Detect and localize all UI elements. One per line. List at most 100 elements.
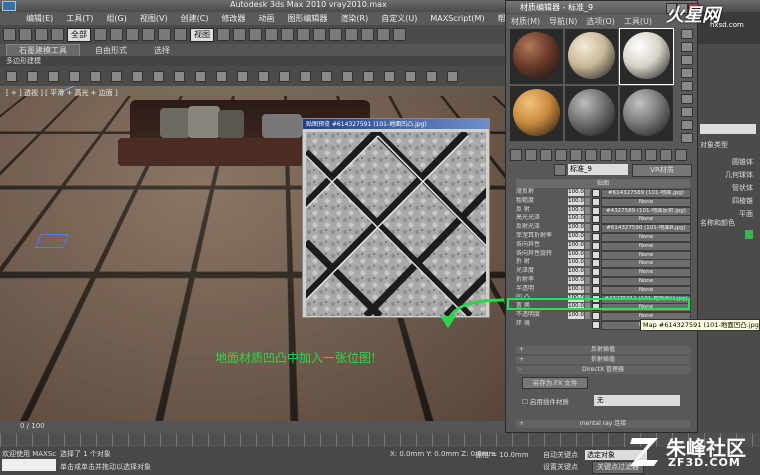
- menu-maxscript[interactable]: MAXScript(M): [430, 14, 484, 23]
- map-amount-input[interactable]: 100.0: [568, 276, 584, 284]
- category-select[interactable]: [700, 124, 756, 134]
- ribbon-tool-icon[interactable]: [174, 70, 185, 82]
- tube-button[interactable]: 管状体: [706, 183, 756, 193]
- selection-filter-select[interactable]: 全部: [67, 27, 91, 42]
- unlink-icon[interactable]: [51, 28, 64, 41]
- eyedropper-icon[interactable]: [554, 164, 566, 176]
- ribbon-tool-icon[interactable]: [90, 70, 101, 82]
- map-amount-input[interactable]: 100.0: [568, 232, 584, 240]
- sample-slot[interactable]: [510, 29, 563, 84]
- make-preview-icon[interactable]: [680, 94, 693, 104]
- map-enable-checkbox[interactable]: [592, 250, 600, 259]
- ribbon-tool-icon[interactable]: [153, 70, 164, 82]
- ribbon-tool-icon[interactable]: [48, 70, 59, 82]
- put-to-scene-icon[interactable]: [525, 149, 537, 161]
- angle-snap-icon[interactable]: [249, 28, 262, 41]
- ribbon-tool-icon[interactable]: [426, 70, 437, 82]
- maxscript-mini-input[interactable]: [2, 459, 56, 471]
- save-fx-file-button[interactable]: 另存为.FX 文件: [522, 377, 588, 389]
- map-amount-input[interactable]: 100.0: [568, 259, 584, 267]
- options-icon[interactable]: [680, 107, 693, 117]
- amount-spinner-icon[interactable]: [585, 215, 590, 223]
- rollout-reflect-interp[interactable]: + 反射插值: [516, 346, 690, 354]
- map-amount-input[interactable]: 100.0: [568, 206, 584, 214]
- schematic-icon[interactable]: [345, 28, 358, 41]
- amount-spinner-icon[interactable]: [585, 232, 590, 240]
- menu-tools[interactable]: 工具(T): [66, 13, 93, 24]
- ribbon-tool-icon[interactable]: [27, 70, 38, 82]
- geosphere-button[interactable]: 几何球体: [706, 170, 756, 180]
- map-enable-checkbox[interactable]: [592, 241, 600, 250]
- material-id-icon[interactable]: [615, 149, 627, 161]
- ribbon-tool-icon[interactable]: [237, 70, 248, 82]
- ribbon-tool-icon[interactable]: [447, 70, 458, 82]
- background-icon[interactable]: [680, 55, 693, 65]
- map-enable-checkbox[interactable]: [592, 312, 600, 321]
- amount-spinner-icon[interactable]: [585, 250, 590, 258]
- ribbon-tool-icon[interactable]: [195, 70, 206, 82]
- make-unique-icon[interactable]: [585, 149, 597, 161]
- video-check-icon[interactable]: [680, 81, 693, 91]
- maps-rollout-header[interactable]: 贴图: [516, 179, 690, 188]
- amount-spinner-icon[interactable]: [585, 189, 590, 196]
- map-amount-input[interactable]: 100.0: [568, 268, 584, 276]
- render-setup-icon[interactable]: [377, 28, 390, 41]
- align-icon[interactable]: [297, 28, 310, 41]
- menu-material[interactable]: 材质(M): [511, 16, 540, 27]
- ribbon-tool-icon[interactable]: [342, 70, 353, 82]
- material-name-input[interactable]: 标准_9: [568, 164, 628, 175]
- map-amount-input[interactable]: 100.0: [568, 189, 584, 196]
- material-editor-window[interactable]: 材质编辑器 - 标准_9 材质(M) 导航(N) 选项(O) 工具(U) 标准_…: [505, 0, 699, 433]
- polygon-modeling-label[interactable]: 多边形建模: [6, 57, 41, 65]
- reset-map-icon[interactable]: [555, 149, 567, 161]
- ribbon-tool-icon[interactable]: [69, 70, 80, 82]
- percent-snap-icon[interactable]: [265, 28, 278, 41]
- amount-spinner-icon[interactable]: [585, 241, 590, 249]
- map-enable-checkbox[interactable]: [592, 197, 600, 206]
- time-slider[interactable]: 0 / 100: [0, 421, 505, 433]
- rollout-refract-interp[interactable]: + 折射插值: [516, 356, 690, 364]
- uv-tiling-icon[interactable]: [680, 68, 693, 78]
- material-type-button[interactable]: VR材质: [632, 164, 692, 177]
- sample-type-icon[interactable]: [680, 29, 693, 39]
- put-to-library-icon[interactable]: [600, 149, 612, 161]
- amount-spinner-icon[interactable]: [585, 259, 590, 267]
- amount-spinner-icon[interactable]: [585, 276, 590, 284]
- maxscript-listener-label[interactable]: 欢迎使用 MAXSc: [2, 449, 56, 459]
- map-enable-checkbox[interactable]: [592, 232, 600, 241]
- snap-icon[interactable]: [233, 28, 246, 41]
- map-enable-checkbox[interactable]: [592, 276, 600, 285]
- enable-plugin-material-checkbox[interactable]: ☐ 启用插件材质: [522, 396, 569, 406]
- sample-slot[interactable]: [620, 86, 673, 141]
- cone-button[interactable]: 圆锥体: [706, 157, 756, 167]
- menu-modifiers[interactable]: 修改器: [221, 13, 245, 24]
- assign-material-icon[interactable]: [540, 149, 552, 161]
- sample-slot[interactable]: [565, 86, 618, 141]
- mirror-icon[interactable]: [281, 28, 294, 41]
- rollout-directx-manager[interactable]: - DirectX 管理器: [516, 366, 690, 374]
- menu-utilities[interactable]: 工具(U): [624, 16, 652, 27]
- map-amount-input[interactable]: 100.0: [568, 215, 584, 223]
- ribbon-tool-icon[interactable]: [384, 70, 395, 82]
- app-logo-icon[interactable]: [2, 1, 16, 11]
- ribbon-tool-icon[interactable]: [216, 70, 227, 82]
- menu-group[interactable]: 组(G): [106, 13, 126, 24]
- map-amount-input[interactable]: 100.0: [568, 241, 584, 249]
- menu-create[interactable]: 创建(C): [181, 13, 209, 24]
- link-icon[interactable]: [35, 28, 48, 41]
- layer-icon[interactable]: [313, 28, 326, 41]
- viewport-label[interactable]: [ + ] 透视 ] [ 平滑 + 高光 + 边面 ]: [6, 88, 118, 98]
- map-amount-input[interactable]: 100.0: [568, 197, 584, 205]
- ribbon-tool-icon[interactable]: [279, 70, 290, 82]
- ribbon-tool-icon[interactable]: [6, 70, 17, 82]
- make-copy-icon[interactable]: [570, 149, 582, 161]
- select-icon[interactable]: [94, 28, 107, 41]
- select-region-icon[interactable]: [126, 28, 139, 41]
- ribbon-tool-icon[interactable]: [111, 70, 122, 82]
- menu-customize[interactable]: 自定义(U): [381, 13, 417, 24]
- map-enable-checkbox[interactable]: [592, 215, 600, 224]
- map-amount-input[interactable]: 100.0: [568, 250, 584, 258]
- map-enable-checkbox[interactable]: [592, 259, 600, 268]
- menu-navigation[interactable]: 导航(N): [549, 16, 577, 27]
- material-navigator-icon[interactable]: [680, 133, 693, 143]
